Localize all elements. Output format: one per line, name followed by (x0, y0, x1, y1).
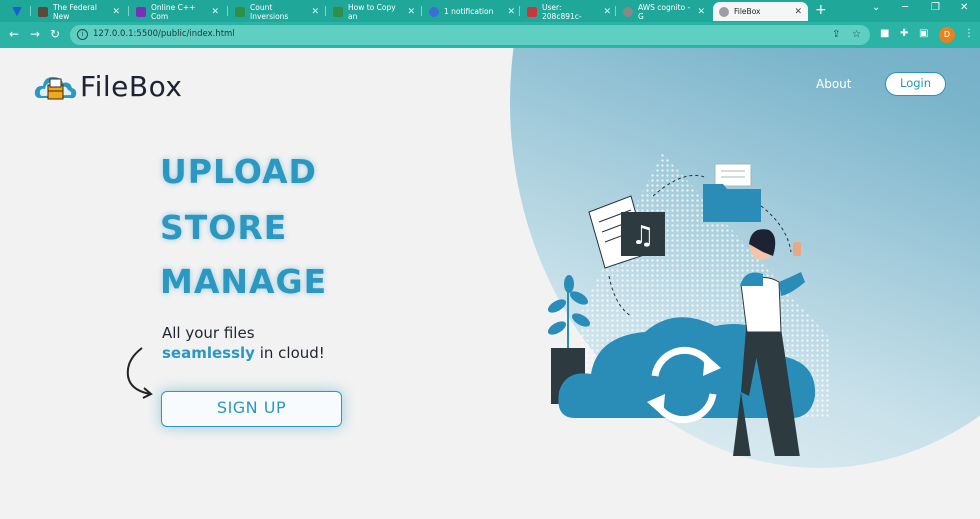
close-icon[interactable]: ✕ (112, 7, 120, 17)
close-icon[interactable]: ✕ (697, 7, 705, 17)
tab-favicon (235, 6, 245, 17)
page-viewport: FileBox About Login UPLOAD STORE MANAGE … (0, 48, 980, 519)
tab-pinned[interactable] (6, 2, 28, 21)
tab-label: FileBox (734, 7, 761, 16)
tab-favicon (527, 6, 537, 17)
tab-notification[interactable]: 1 notification ✕ (423, 2, 521, 21)
close-icon[interactable]: ✕ (211, 7, 219, 17)
close-window-button[interactable]: ✕ (960, 2, 968, 13)
headline-manage: MANAGE (160, 262, 328, 301)
tab-label: User: 208c891c- (542, 2, 582, 21)
tab-favicon (136, 6, 146, 17)
url-text[interactable]: 127.0.0.1:5500/public/index.html (93, 29, 235, 39)
music-file-icon: ♫ (621, 212, 665, 256)
tab-favicon (38, 6, 48, 17)
share-icon[interactable]: ⇪ (832, 29, 840, 40)
tab-favicon (623, 6, 633, 17)
cloud-box-icon (34, 77, 77, 100)
browser-tab-bar: The Federal New ✕ Online C++ Com ✕ Count… (0, 0, 980, 22)
bookmark-star-icon[interactable]: ☆ (852, 29, 861, 40)
close-icon[interactable]: ✕ (507, 7, 515, 17)
hero-illustration: ♫ (547, 163, 816, 456)
reload-button[interactable]: ↻ (50, 27, 60, 41)
login-button[interactable]: Login (885, 72, 946, 96)
globe-icon (719, 6, 729, 17)
maximize-button[interactable]: ❐ (931, 2, 940, 13)
tab-favicon (333, 6, 343, 17)
tab-label: How to Copy an (348, 2, 396, 21)
menu-kebab-icon[interactable]: ⋮ (964, 28, 974, 39)
close-icon[interactable]: ✕ (311, 7, 319, 17)
forward-button[interactable]: → (30, 27, 40, 41)
tab-label: Online C++ Com (151, 2, 196, 21)
tab-label: 1 notification (444, 7, 494, 16)
tab-online-cpp[interactable]: Online C++ Com ✕ (130, 2, 225, 21)
tagline-accent: seamlessly (162, 344, 255, 362)
tagline-rest: in cloud! (254, 344, 325, 362)
close-icon[interactable]: ✕ (603, 7, 611, 17)
headline-upload: UPLOAD (160, 152, 317, 191)
back-button[interactable]: ← (9, 27, 19, 41)
tab-search-icon[interactable]: ⌄ (872, 2, 880, 13)
extension-icon[interactable]: ■ (880, 28, 889, 39)
svg-text:♫: ♫ (631, 221, 654, 251)
tab-favicon (12, 6, 22, 17)
browser-toolbar: ← → ↻ i 127.0.0.1:5500/public/index.html… (0, 22, 980, 48)
signup-button[interactable]: SIGN UP (161, 391, 342, 427)
info-icon[interactable]: i (77, 29, 88, 40)
puzzle-icon[interactable]: ✚ (900, 28, 908, 39)
profile-avatar[interactable]: D (939, 27, 955, 43)
tab-how-to-copy[interactable]: How to Copy an ✕ (327, 2, 421, 21)
close-icon[interactable]: ✕ (407, 7, 415, 17)
address-bar[interactable]: i 127.0.0.1:5500/public/index.html ⇪ ☆ (70, 25, 870, 45)
folder-icon (703, 163, 761, 222)
brand-logo[interactable]: FileBox (34, 68, 182, 104)
curved-arrow-icon (126, 347, 153, 399)
minimize-button[interactable]: ─ (902, 2, 908, 13)
tagline-line1: All your files (162, 324, 255, 342)
tab-federal-news[interactable]: The Federal New ✕ (32, 2, 126, 21)
tab-user[interactable]: User: 208c891c- ✕ (521, 2, 617, 21)
new-tab-button[interactable]: + (815, 2, 827, 18)
close-icon[interactable]: ✕ (794, 7, 802, 17)
tab-count-inversions[interactable]: Count Inversions ✕ (229, 2, 325, 21)
tab-label: Count Inversions (250, 2, 289, 21)
tab-filebox[interactable]: FileBox ✕ (713, 2, 808, 21)
tab-aws-cognito[interactable]: AWS cognito - G ✕ (617, 2, 711, 21)
tagline-line2: seamlessly in cloud! (162, 344, 325, 362)
tab-label: AWS cognito - G (638, 2, 691, 21)
brand-name: FileBox (80, 69, 183, 103)
tab-favicon (429, 6, 439, 17)
sidepanel-icon[interactable]: ▣ (919, 28, 928, 39)
headline-store: STORE (160, 208, 288, 247)
nav-about-link[interactable]: About (816, 77, 851, 91)
tab-label: The Federal New (53, 2, 97, 21)
